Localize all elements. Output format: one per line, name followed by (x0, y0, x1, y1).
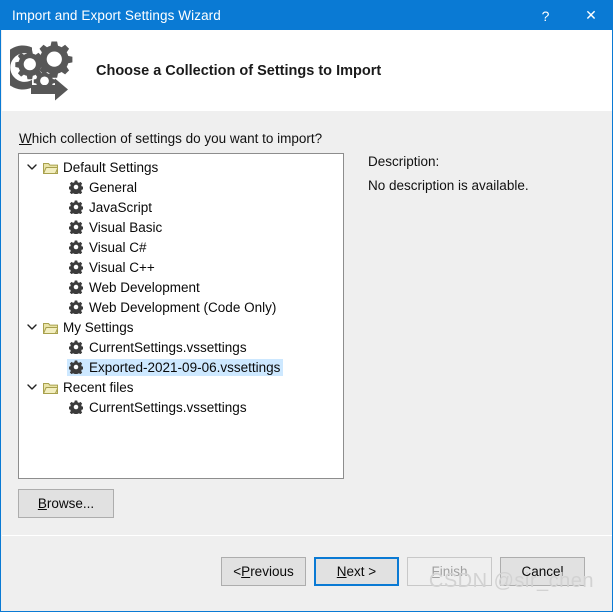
gear-icon (67, 240, 85, 254)
tree-item-label: Default Settings (63, 159, 159, 175)
previous-button[interactable]: < Previous (221, 557, 306, 586)
gear-icon (67, 220, 85, 234)
gear-icon (67, 300, 85, 314)
tree-item-label: Visual C# (89, 239, 147, 255)
chevron-down-icon[interactable] (23, 322, 41, 332)
dialog-footer: < Previous Next > Finish Cancel (2, 536, 612, 611)
tree-item-label: Web Development (Code Only) (89, 299, 277, 315)
tree-item-content: CurrentSettings.vssettings (67, 399, 250, 416)
tree-item[interactable]: Exported-2021-09-06.vssettings (19, 357, 343, 377)
tree-item-label: CurrentSettings.vssettings (89, 399, 247, 415)
tree-item-content: Visual C# (67, 239, 150, 256)
tree-item[interactable]: Web Development (Code Only) (19, 297, 343, 317)
tree-item-label: Web Development (89, 279, 200, 295)
help-icon[interactable]: ? (523, 1, 568, 30)
browse-button[interactable]: Browse... (18, 489, 114, 518)
title-bar: Import and Export Settings Wizard ? ✕ (1, 1, 612, 30)
tree-item-content: Default Settings (41, 159, 161, 176)
tree-item-content: Visual C++ (67, 259, 158, 276)
tree-item-content: Visual Basic (67, 219, 165, 236)
chevron-down-icon[interactable] (23, 382, 41, 392)
tree-item-content: JavaScript (67, 199, 155, 216)
tree-item-label: CurrentSettings.vssettings (89, 339, 247, 355)
wizard-header: Choose a Collection of Settings to Impor… (2, 30, 612, 111)
prompt-accel-char: W (19, 131, 32, 146)
gear-icon (67, 360, 85, 374)
window-title: Import and Export Settings Wizard (12, 8, 221, 23)
gear-icon (67, 280, 85, 294)
button-label: ext > (346, 564, 377, 579)
tree-item-content: CurrentSettings.vssettings (67, 339, 250, 356)
tree-item-label: My Settings (63, 319, 134, 335)
settings-collection-tree[interactable]: Default Settings General JavaScript Visual … (18, 153, 344, 479)
tree-item-label: General (89, 179, 138, 195)
button-accel-char: F (431, 564, 440, 579)
next-button[interactable]: Next > (314, 557, 399, 586)
prompt-rest: hich collection of settings do you want … (31, 131, 323, 146)
tree-item-label: Recent files (63, 379, 134, 395)
wizard-button-row: < Previous Next > Finish Cancel (221, 557, 585, 586)
browse-accel-char: B (37, 496, 47, 511)
gear-icon (67, 260, 85, 274)
button-label: inish (439, 564, 468, 579)
tree-item-content: Exported-2021-09-06.vssettings (67, 358, 284, 376)
description-text: No description is available. (368, 178, 529, 193)
import-export-settings-wizard-dialog: Import and Export Settings Wizard ? ✕ Ch… (0, 0, 613, 612)
finish-button: Finish (407, 557, 492, 586)
button-accel-char: N (336, 564, 347, 579)
chevron-down-icon[interactable] (23, 162, 41, 172)
tree-item[interactable]: Recent files (19, 377, 343, 397)
tree-item-content: Recent files (41, 379, 137, 396)
gear-icon (67, 200, 85, 214)
folder-icon (41, 161, 59, 174)
tree-item-label: Visual C++ (89, 259, 155, 275)
description-pane: Description: No description is available… (368, 154, 529, 202)
button-prefix: < (233, 564, 242, 579)
prompt-label: Which collection of settings do you want… (19, 131, 322, 146)
tree-item[interactable]: JavaScript (19, 197, 343, 217)
tree-item[interactable]: Visual Basic (19, 217, 343, 237)
gears-arrow-icon (8, 34, 82, 108)
tree-item-label: JavaScript (89, 199, 153, 215)
tree-item[interactable]: Web Development (19, 277, 343, 297)
button-accel-char: P (241, 564, 251, 579)
browse-label-rest: rowse... (46, 496, 95, 511)
tree-item-content: My Settings (41, 319, 137, 336)
folder-icon (41, 381, 59, 394)
tree-item[interactable]: Visual C++ (19, 257, 343, 277)
cancel-button[interactable]: Cancel (500, 557, 585, 586)
description-heading: Description: (368, 154, 440, 169)
tree-item[interactable]: My Settings (19, 317, 343, 337)
gear-icon (67, 340, 85, 354)
tree-item-label: Visual Basic (89, 219, 163, 235)
page-title: Choose a Collection of Settings to Impor… (96, 62, 382, 79)
tree-item[interactable]: CurrentSettings.vssettings (19, 337, 343, 357)
tree-item-content: Web Development (Code Only) (67, 299, 279, 316)
tree-item-content: General (67, 179, 140, 196)
tree-item[interactable]: Default Settings (19, 157, 343, 177)
dialog-body: Which collection of settings do you want… (2, 111, 612, 535)
gear-icon (67, 400, 85, 414)
folder-icon (41, 321, 59, 334)
tree-item-label: Exported-2021-09-06.vssettings (89, 359, 281, 375)
button-label: Cancel (521, 564, 564, 579)
tree-item[interactable]: CurrentSettings.vssettings (19, 397, 343, 417)
tree-item[interactable]: Visual C# (19, 237, 343, 257)
button-label: revious (250, 564, 294, 579)
tree-item-content: Web Development (67, 279, 203, 296)
tree-item[interactable]: General (19, 177, 343, 197)
gear-icon (67, 180, 85, 194)
close-icon[interactable]: ✕ (568, 1, 612, 30)
